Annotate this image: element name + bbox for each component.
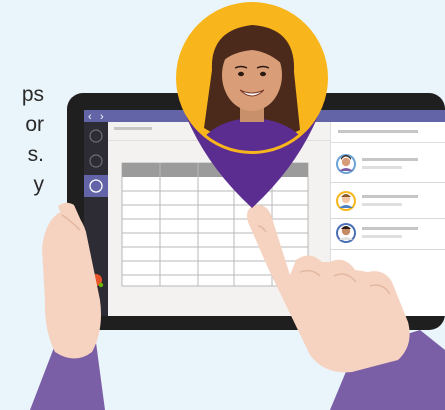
illustration: ‹ ›	[30, 2, 445, 410]
sidebar-item-active-bg	[84, 175, 108, 197]
illustration-stage: ps or s. y ‹ ›	[0, 0, 445, 410]
presence-dot	[98, 282, 104, 288]
back-arrow-icon[interactable]: ‹	[88, 111, 92, 123]
header-line-1	[114, 127, 152, 130]
forward-arrow-icon[interactable]: ›	[100, 111, 104, 123]
panel-header-line	[338, 130, 418, 133]
